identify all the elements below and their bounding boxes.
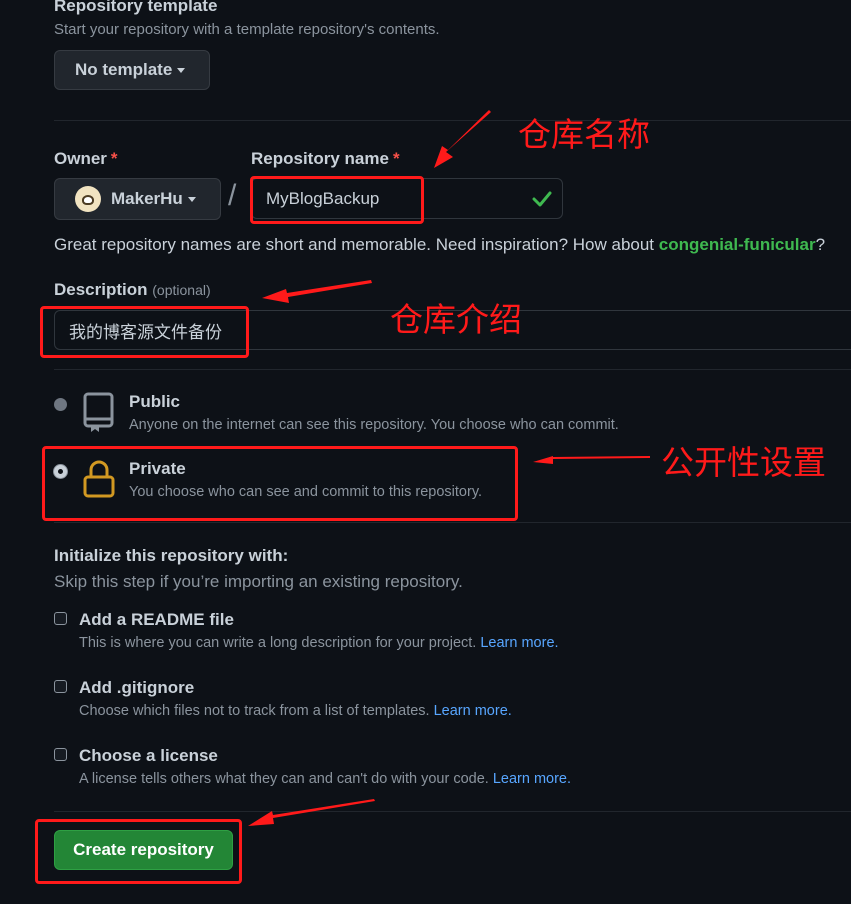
gitignore-checkbox[interactable]: [54, 680, 67, 693]
owner-repo-separator: /: [228, 179, 237, 212]
chevron-down-icon: [187, 196, 196, 202]
template-button-label: No template: [75, 60, 173, 79]
readme-checkbox[interactable]: [54, 612, 67, 625]
required-mark: *: [392, 149, 400, 168]
chevron-down-icon: [177, 67, 186, 73]
readme-description: This is where you can write a long descr…: [79, 635, 559, 651]
hint-end: ?: [815, 235, 826, 254]
template-description: Start your repository with a template re…: [54, 21, 440, 38]
repo-book-icon: [83, 392, 114, 432]
license-learn-more-link[interactable]: Learn more.: [493, 771, 571, 787]
init-subtitle: Skip this step if you’re importing an ex…: [54, 572, 463, 591]
public-title: Public: [129, 392, 181, 411]
license-desc-text: A license tells others what they can and…: [79, 771, 489, 787]
repo-name-label-text: Repository name: [251, 149, 389, 168]
divider: [54, 120, 851, 121]
annotation-arrow-description: [262, 280, 372, 303]
gitignore-learn-more-link[interactable]: Learn more.: [434, 703, 512, 719]
public-radio[interactable]: [54, 398, 67, 411]
optional-hint: (optional): [152, 282, 211, 298]
annotation-box-description: [40, 306, 249, 358]
init-title: Initialize this repository with:: [54, 546, 289, 565]
readme-title: Add a README file: [79, 610, 234, 629]
license-description: A license tells others what they can and…: [79, 771, 571, 787]
avatar: [75, 186, 101, 212]
owner-label-text: Owner: [54, 149, 107, 168]
annotation-repo-name: 仓库名称: [518, 115, 650, 154]
annotation-arrow-create: [248, 799, 375, 826]
hint-text: Great repository names are short and mem…: [54, 235, 659, 254]
readme-learn-more-link[interactable]: Learn more.: [480, 635, 558, 651]
gitignore-title: Add .gitignore: [79, 678, 195, 697]
license-checkbox[interactable]: [54, 748, 67, 761]
annotation-arrow-repo-name: [434, 110, 491, 168]
template-dropdown-button[interactable]: No template: [54, 50, 210, 90]
owner-name: MakerHu: [111, 189, 183, 208]
description-label-text: Description: [54, 280, 148, 299]
annotation-box-create: [35, 819, 242, 884]
description-label: Description (optional): [54, 280, 211, 300]
license-title: Choose a license: [79, 746, 218, 765]
owner-dropdown-button[interactable]: MakerHu: [54, 178, 221, 220]
template-label: Repository template: [54, 0, 218, 15]
check-icon: [532, 191, 552, 207]
divider: [54, 811, 851, 812]
public-description: Anyone on the internet can see this repo…: [129, 417, 619, 433]
gitignore-desc-text: Choose which files not to track from a l…: [79, 703, 430, 719]
readme-desc-text: This is where you can write a long descr…: [79, 635, 477, 651]
annotation-description: 仓库介绍: [390, 300, 522, 339]
divider: [54, 522, 851, 523]
annotation-box-repo-name: [250, 176, 424, 224]
gitignore-description: Choose which files not to track from a l…: [79, 703, 512, 719]
name-suggestion-link[interactable]: congenial-funicular: [659, 235, 816, 254]
divider: [54, 369, 851, 370]
repo-name-hint: Great repository names are short and mem…: [54, 235, 825, 255]
owner-label: Owner *: [54, 149, 118, 169]
repo-name-label: Repository name *: [251, 149, 400, 169]
annotation-box-visibility: [42, 446, 518, 521]
annotation-arrow-visibility: [533, 456, 650, 464]
annotation-visibility: 公开性设置: [661, 443, 826, 482]
required-mark: *: [110, 149, 118, 168]
